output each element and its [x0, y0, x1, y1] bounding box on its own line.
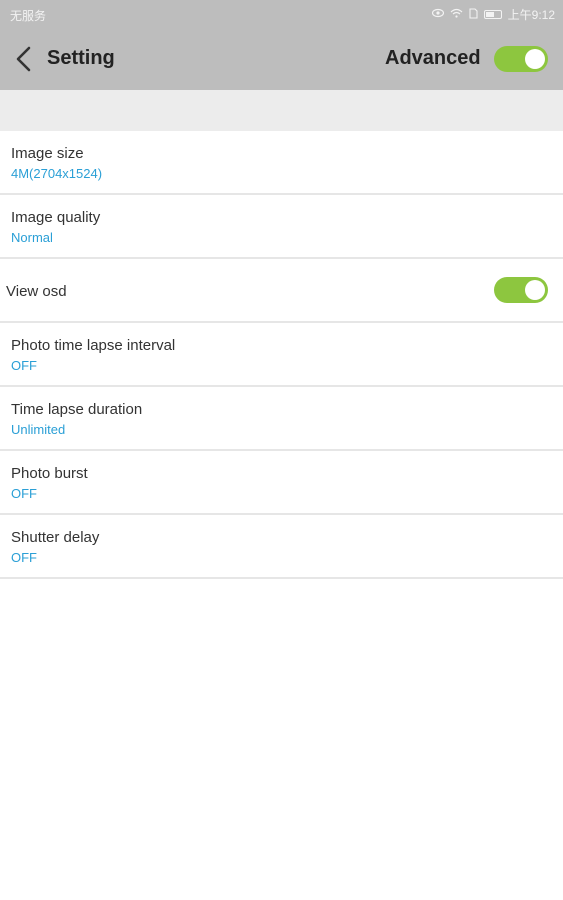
status-bar: 无服务 上午9:12: [0, 0, 563, 28]
setting-label: View osd: [6, 283, 67, 300]
setting-label: Photo burst: [11, 465, 88, 482]
setting-value: 4M(2704x1524): [11, 166, 103, 181]
setting-value: Unlimited: [11, 422, 66, 437]
setting-label: Image quality: [11, 209, 101, 226]
status-time: 上午9:12: [507, 8, 555, 22]
setting-label: Shutter delay: [11, 529, 100, 546]
setting-shutter-delay[interactable]: Shutter delay OFF: [0, 515, 563, 579]
setting-image-size[interactable]: Image size 4M(2704x1524): [0, 131, 563, 195]
sim-icon: [469, 7, 478, 22]
setting-value: OFF: [11, 550, 37, 565]
divider: [0, 577, 563, 579]
setting-label: Image size: [11, 145, 84, 162]
view-osd-toggle[interactable]: [494, 277, 548, 303]
carrier-text: 无服务: [10, 9, 47, 23]
status-icons: 上午9:12: [431, 6, 555, 23]
setting-label: Time lapse duration: [11, 401, 143, 418]
chevron-left-icon: [16, 46, 31, 72]
setting-photo-time-lapse-interval[interactable]: Photo time lapse interval OFF: [0, 323, 563, 387]
setting-time-lapse-duration[interactable]: Time lapse duration Unlimited: [0, 387, 563, 451]
page-title: Setting: [47, 47, 115, 69]
setting-value: OFF: [11, 358, 37, 373]
setting-photo-burst[interactable]: Photo burst OFF: [0, 451, 563, 515]
advanced-label: Advanced: [385, 47, 481, 69]
setting-image-quality[interactable]: Image quality Normal: [0, 195, 563, 259]
toggle-knob: [525, 280, 545, 300]
toggle-knob: [525, 49, 545, 69]
eye-icon: [431, 8, 444, 21]
setting-view-osd[interactable]: View osd: [0, 259, 563, 323]
setting-value: Normal: [11, 230, 53, 245]
setting-value: OFF: [11, 486, 37, 501]
advanced-toggle[interactable]: [494, 46, 548, 72]
app-bar: Setting Advanced: [0, 28, 563, 90]
wifi-icon: [450, 8, 463, 21]
battery-icon: [483, 10, 502, 19]
setting-label: Photo time lapse interval: [11, 337, 176, 354]
back-button[interactable]: [12, 44, 36, 74]
section-gap: [0, 90, 563, 131]
